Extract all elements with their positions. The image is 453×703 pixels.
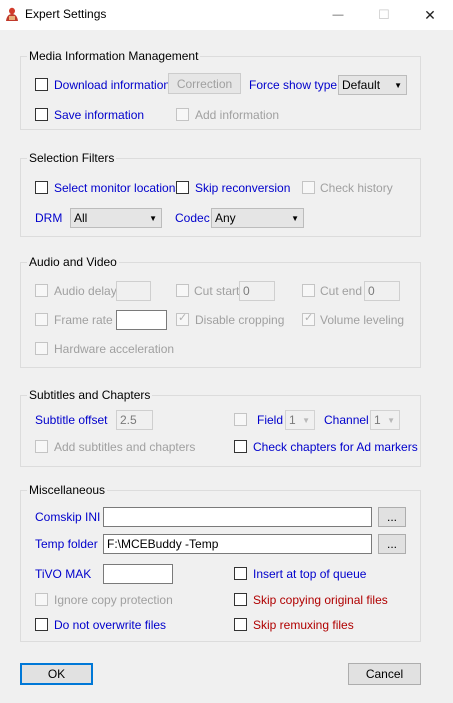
field-select[interactable]: 1 ▼ bbox=[285, 410, 315, 430]
tivo-mak-input[interactable] bbox=[103, 564, 173, 584]
drm-select[interactable]: All ▼ bbox=[70, 208, 162, 228]
cut-start-checkbox[interactable] bbox=[176, 284, 189, 297]
chevron-down-icon: ▼ bbox=[387, 416, 395, 425]
codec-select[interactable]: Any ▼ bbox=[211, 208, 304, 228]
force-show-type-value: Default bbox=[342, 78, 381, 92]
channel-value: 1 bbox=[374, 413, 381, 427]
volume-leveling-checkbox[interactable]: ✓ bbox=[302, 312, 315, 326]
field-label: Field bbox=[257, 413, 284, 427]
save-info-checkbox[interactable] bbox=[35, 108, 48, 121]
media-info-group-label: Media Information Management bbox=[27, 49, 201, 63]
checkmark-icon: ✓ bbox=[304, 312, 314, 324]
check-chapters-label: Check chapters for Ad markers bbox=[253, 440, 418, 454]
subtitles-group-label: Subtitles and Chapters bbox=[27, 388, 153, 402]
add-subtitles-checkbox[interactable] bbox=[35, 440, 48, 453]
close-button[interactable]: ✕ bbox=[407, 0, 453, 30]
select-monitor-checkbox[interactable] bbox=[35, 181, 48, 194]
selection-filters-group-label: Selection Filters bbox=[27, 151, 117, 165]
hw-accel-checkbox[interactable] bbox=[35, 342, 48, 355]
cut-end-input[interactable]: 0 bbox=[364, 281, 400, 301]
channel-label: Channel bbox=[324, 413, 369, 427]
insert-top-checkbox[interactable] bbox=[234, 567, 247, 580]
check-history-checkbox[interactable] bbox=[302, 181, 315, 194]
no-overwrite-label: Do not overwrite files bbox=[54, 618, 167, 632]
temp-folder-input[interactable]: F:\MCEBuddy -Temp bbox=[103, 534, 372, 554]
misc-group-label: Miscellaneous bbox=[27, 483, 108, 497]
save-info-label: Save information bbox=[54, 108, 145, 122]
maximize-icon: ☐ bbox=[378, 7, 390, 22]
audio-delay-label: Audio delay bbox=[54, 284, 117, 298]
cancel-button[interactable]: Cancel bbox=[348, 663, 421, 685]
mcebuddy-app-icon bbox=[6, 7, 18, 21]
comskip-ini-label: Comskip INI bbox=[35, 510, 101, 524]
correction-button[interactable]: Correction bbox=[168, 73, 241, 94]
minimize-button[interactable]: — bbox=[315, 0, 361, 30]
download-info-label: Download information bbox=[54, 78, 171, 92]
frame-rate-checkbox[interactable] bbox=[35, 313, 48, 326]
skip-copying-checkbox[interactable] bbox=[234, 593, 247, 606]
frame-rate-input[interactable] bbox=[116, 310, 167, 330]
chevron-down-icon: ▼ bbox=[149, 214, 157, 223]
volume-leveling-label: Volume leveling bbox=[320, 313, 405, 327]
cut-end-checkbox[interactable] bbox=[302, 284, 315, 297]
ignore-copy-checkbox[interactable] bbox=[35, 593, 48, 606]
subtitles-group bbox=[20, 395, 421, 467]
tivo-mak-label: TiVO MAK bbox=[35, 567, 92, 581]
skip-copying-label: Skip copying original files bbox=[253, 593, 388, 607]
drm-value: All bbox=[74, 211, 88, 225]
maximize-button[interactable]: ☐ bbox=[361, 0, 407, 30]
force-show-type-label: Force show type bbox=[249, 78, 338, 92]
audio-video-group-label: Audio and Video bbox=[27, 255, 119, 269]
no-overwrite-checkbox[interactable] bbox=[35, 618, 48, 631]
chevron-down-icon: ▼ bbox=[291, 214, 299, 223]
select-monitor-label: Select monitor locations bbox=[54, 181, 182, 195]
temp-folder-browse-button[interactable]: ... bbox=[378, 534, 406, 554]
checkmark-icon: ✓ bbox=[178, 312, 188, 324]
subtitle-offset-input[interactable]: 2.5 bbox=[116, 410, 153, 430]
add-info-checkbox[interactable] bbox=[176, 108, 189, 121]
audio-delay-input[interactable] bbox=[116, 281, 151, 301]
window-title: Expert Settings bbox=[25, 7, 107, 21]
channel-select[interactable]: 1 ▼ bbox=[370, 410, 400, 430]
codec-value: Any bbox=[215, 211, 236, 225]
skip-remuxing-checkbox[interactable] bbox=[234, 618, 247, 631]
subtitle-offset-label: Subtitle offset bbox=[35, 413, 108, 427]
cut-start-input[interactable]: 0 bbox=[239, 281, 275, 301]
drm-label: DRM bbox=[35, 211, 63, 225]
check-history-label: Check history bbox=[320, 181, 393, 195]
skip-remuxing-label: Skip remuxing files bbox=[253, 618, 354, 632]
add-subtitles-label: Add subtitles and chapters bbox=[54, 440, 196, 454]
field-checkbox[interactable] bbox=[234, 413, 247, 426]
cut-start-label: Cut start bbox=[194, 284, 240, 298]
skip-reconversion-label: Skip reconversion bbox=[195, 181, 291, 195]
ignore-copy-label: Ignore copy protection bbox=[54, 593, 173, 607]
field-value: 1 bbox=[289, 413, 296, 427]
hw-accel-label: Hardware acceleration bbox=[54, 342, 175, 356]
disable-cropping-label: Disable cropping bbox=[195, 313, 285, 327]
chevron-down-icon: ▼ bbox=[302, 416, 310, 425]
comskip-browse-button[interactable]: ... bbox=[378, 507, 406, 527]
disable-cropping-checkbox[interactable]: ✓ bbox=[176, 312, 189, 326]
comskip-ini-input[interactable] bbox=[103, 507, 372, 527]
frame-rate-label: Frame rate bbox=[54, 313, 113, 327]
ok-button[interactable]: OK bbox=[20, 663, 93, 685]
check-chapters-checkbox[interactable] bbox=[234, 440, 247, 453]
download-info-checkbox[interactable] bbox=[35, 78, 48, 91]
chevron-down-icon: ▼ bbox=[394, 81, 402, 90]
insert-top-label: Insert at top of queue bbox=[253, 567, 367, 581]
skip-reconversion-checkbox[interactable] bbox=[176, 181, 189, 194]
codec-label: Codec bbox=[175, 211, 210, 225]
cut-end-label: Cut end bbox=[320, 284, 363, 298]
minimize-icon: — bbox=[332, 9, 344, 21]
force-show-type-select[interactable]: Default ▼ bbox=[338, 75, 407, 95]
close-icon: ✕ bbox=[424, 6, 436, 23]
add-info-label: Add information bbox=[195, 108, 280, 122]
temp-folder-label: Temp folder bbox=[35, 537, 98, 551]
audio-delay-checkbox[interactable] bbox=[35, 284, 48, 297]
